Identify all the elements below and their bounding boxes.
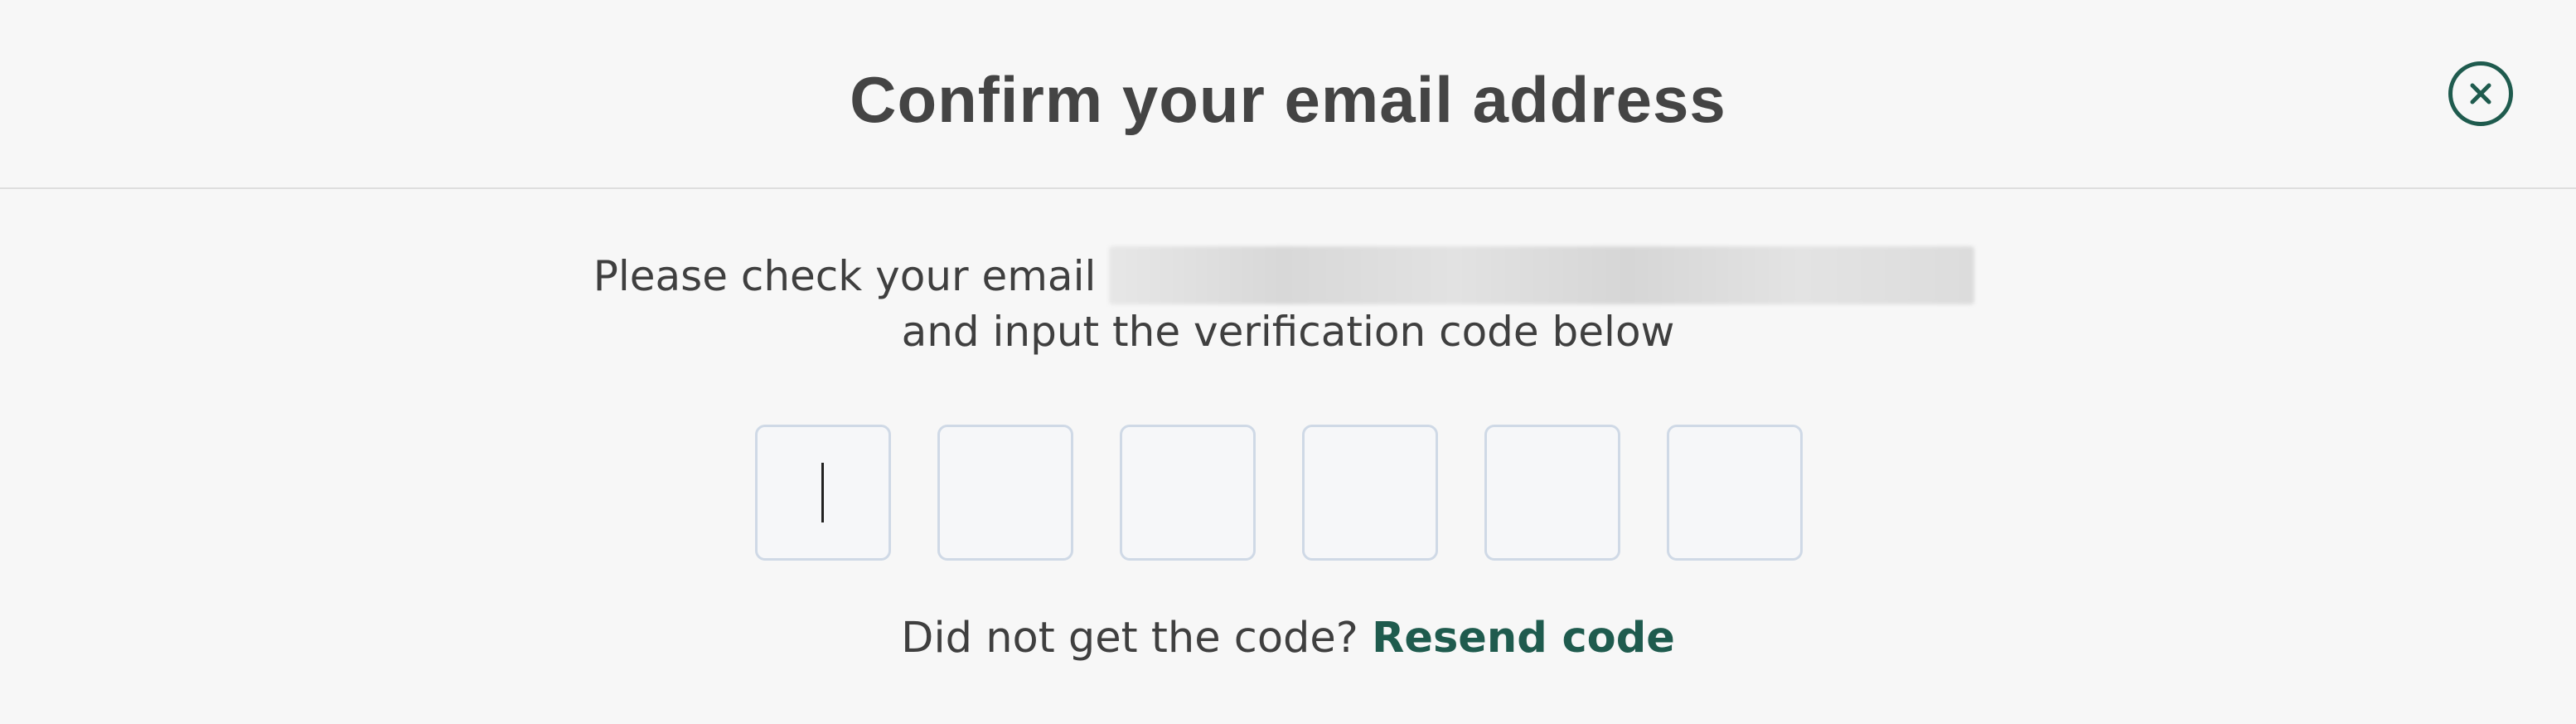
dialog-header: Confirm your email address	[0, 0, 2576, 189]
resend-code-link[interactable]: Resend code	[1372, 614, 1675, 663]
code-digit-4-input[interactable]	[1302, 425, 1438, 561]
instructions: Please check your email and input the ve…	[0, 245, 2576, 359]
email-confirmation-dialog: Confirm your email address Please check …	[0, 0, 2576, 724]
resend-prompt: Did not get the code?	[901, 614, 1358, 663]
instructions-line-1: Please check your email	[0, 245, 2572, 304]
code-digit-3-input[interactable]	[1120, 425, 1256, 561]
close-icon	[2470, 83, 2491, 104]
code-digit-2-input[interactable]	[937, 425, 1073, 561]
resend-section: Did not get the code? Resend code	[0, 610, 2576, 668]
close-button[interactable]	[2448, 61, 2513, 126]
instructions-line-2: and input the verification code below	[901, 307, 1675, 356]
text-cursor	[821, 463, 824, 522]
instructions-text: Please check your email	[593, 252, 1097, 300]
redacted-email-address	[1109, 245, 1975, 304]
code-digit-5-input[interactable]	[1484, 425, 1620, 561]
code-digit-6-input[interactable]	[1667, 425, 1803, 561]
dialog-title: Confirm your email address	[850, 63, 1726, 136]
